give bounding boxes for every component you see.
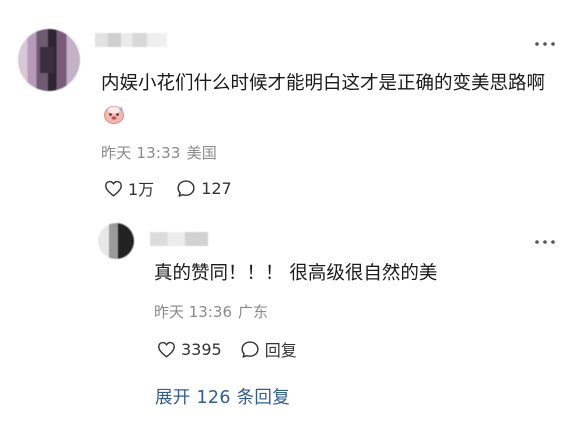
reply-like-count: 3395 <box>181 339 222 359</box>
more-dots-icon[interactable] <box>533 236 557 246</box>
comment-text-content: 内娱小花们什么时候才能明白这才是正确的变美思路啊 <box>101 73 546 94</box>
heart-icon <box>104 180 123 197</box>
replier-name-blurred[interactable] <box>150 232 208 246</box>
replier-avatar[interactable] <box>98 223 134 259</box>
reply-button[interactable]: 127 <box>176 179 232 198</box>
reply-count: 127 <box>201 178 232 198</box>
comment-actions: 1万 127 <box>104 176 232 200</box>
comment-time: 昨天 13:33 <box>101 144 181 162</box>
reply-reply-button[interactable]: 回复 <box>240 337 297 361</box>
speech-bubble-icon <box>176 179 196 198</box>
like-count: 1万 <box>128 180 155 199</box>
reply-like-button[interactable]: 3395 <box>157 340 222 359</box>
comment-meta: 昨天 13:33 美国 <box>101 142 223 163</box>
reply-meta: 昨天 13:36 广东 <box>154 301 274 322</box>
comment-text: 内娱小花们什么时候才能明白这才是正确的变美思路啊 <box>101 68 556 132</box>
reply-time: 昨天 13:36 <box>154 303 232 321</box>
sticker-face-icon <box>103 103 125 124</box>
expand-replies-link[interactable]: 展开 126 条回复 <box>155 384 290 409</box>
reply-reply-label: 回复 <box>264 341 297 360</box>
reply-text: 真的赞同！！！ 很高级很自然的美 <box>154 263 438 284</box>
reply-actions: 3395 回复 <box>157 337 297 361</box>
reply-location: 广东 <box>238 303 269 321</box>
more-dots-icon[interactable] <box>533 38 557 48</box>
commenter-name-blurred[interactable] <box>95 33 167 47</box>
speech-bubble-icon <box>240 340 260 359</box>
commenter-avatar[interactable] <box>18 29 80 91</box>
avatar-blur-block <box>40 47 54 73</box>
heart-icon <box>157 341 176 358</box>
comment-location: 美国 <box>186 144 218 162</box>
like-button[interactable]: 1万 <box>104 176 154 200</box>
